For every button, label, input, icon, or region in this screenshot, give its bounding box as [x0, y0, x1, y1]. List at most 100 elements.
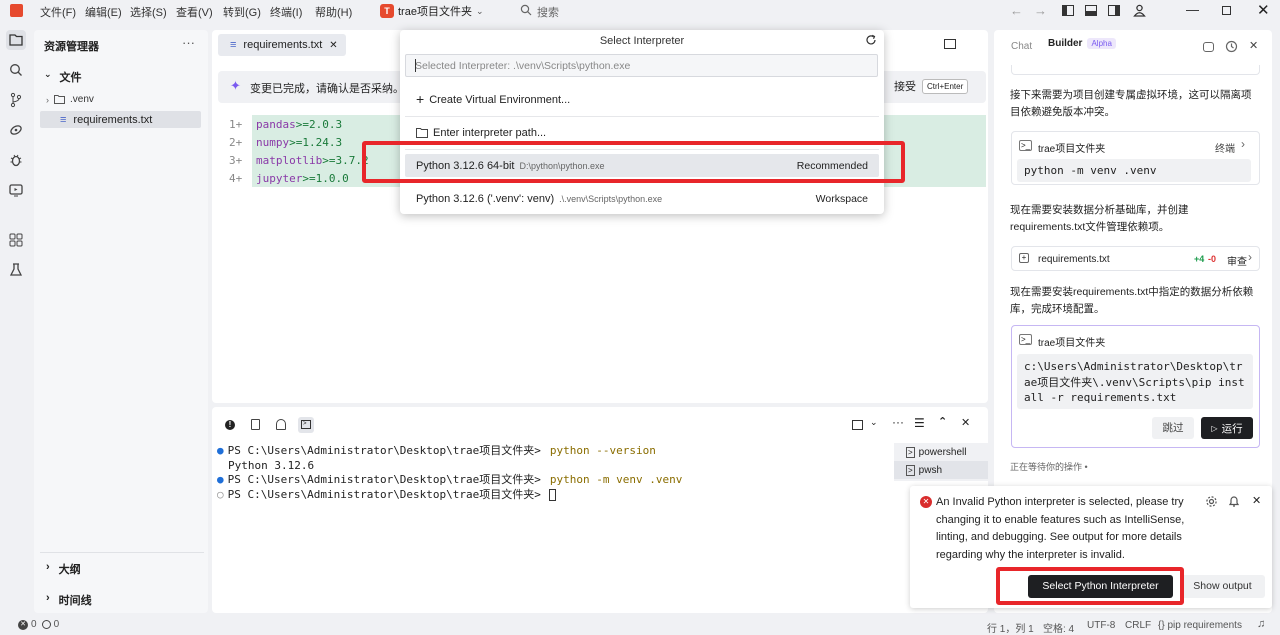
output-icon[interactable]: [251, 419, 260, 430]
terminal-line: ○ PS C:\Users\Administrator\Desktop\trae项…: [217, 488, 682, 503]
preview-icon[interactable]: [6, 180, 26, 200]
search-box[interactable]: 搜索: [520, 4, 559, 20]
close-window-icon[interactable]: ✕: [1257, 1, 1270, 19]
create-venv-option[interactable]: + Create Virtual Environment...: [405, 88, 879, 111]
select-interpreter-popup: Select Interpreter Selected Interpreter:…: [400, 30, 884, 214]
maximize-icon[interactable]: [1222, 6, 1231, 15]
notification-message: An Invalid Python interpreter is selecte…: [936, 496, 1185, 561]
tree-item-venv[interactable]: › .venv: [46, 94, 94, 105]
split-terminal-icon[interactable]: [852, 420, 863, 430]
testing-icon[interactable]: [6, 260, 26, 280]
terminal-output[interactable]: ● PS C:\Users\Administrator\Desktop\trae项…: [217, 444, 682, 502]
interpreter-option-workspace[interactable]: Python 3.12.6 ('.venv': venv) .\.venv\Sc…: [405, 187, 879, 210]
notifications-bell-icon[interactable]: ♫: [1257, 618, 1265, 630]
outline-section[interactable]: › 大纲: [46, 561, 81, 577]
menu-terminal[interactable]: 终端(I): [270, 4, 302, 20]
bell-icon[interactable]: [1228, 495, 1240, 508]
highlight-box: [996, 567, 1184, 605]
terminal-line: ● PS C:\Users\Administrator\Desktop\trae项…: [217, 444, 656, 457]
back-arrow-icon[interactable]: ←: [1010, 3, 1023, 18]
problems-status[interactable]: ✕ 0 0: [18, 619, 59, 630]
split-editor-icon[interactable]: [944, 39, 956, 49]
file-change-card[interactable]: + requirements.txt +4 -0 审查 ›: [1011, 246, 1260, 271]
prompt-empty-dot-icon: ○: [217, 487, 224, 501]
language-mode[interactable]: {} pip requirements: [1158, 620, 1242, 631]
explorer-icon[interactable]: [6, 30, 26, 50]
close-panel-icon[interactable]: ✕: [1249, 39, 1258, 52]
minimize-icon[interactable]: —: [1186, 2, 1199, 17]
project-switcher[interactable]: T trae项目文件夹 ⌄: [380, 1, 495, 21]
shell-item-pwsh[interactable]: > pwsh: [894, 461, 988, 479]
account-icon[interactable]: [1133, 4, 1146, 17]
close-panel-icon[interactable]: ✕: [961, 416, 970, 429]
history-icon[interactable]: [1225, 40, 1238, 53]
file-add-icon: +: [1019, 253, 1029, 263]
remote-icon[interactable]: [6, 120, 26, 140]
error-icon: ✕: [18, 619, 28, 630]
menu-selection[interactable]: 选择(S): [130, 4, 167, 20]
terminal-line: ● PS C:\Users\Administrator\Desktop\trae项…: [217, 473, 683, 486]
assistant-message-2: 现在需要安装数据分析基础库，并创建requirements.txt文件管理依赖项…: [1010, 204, 1189, 233]
lines-removed: -0: [1208, 254, 1217, 264]
problems-icon[interactable]: !: [225, 420, 235, 430]
show-output-button[interactable]: Show output: [1180, 575, 1265, 598]
tab-builder[interactable]: Builder Alpha: [1048, 38, 1116, 49]
terminal-settings-icon[interactable]: ☰: [914, 416, 925, 430]
menu-go[interactable]: 转到(G): [223, 4, 261, 20]
maximize-panel-icon[interactable]: ⌃: [938, 415, 947, 428]
toggle-secondary-sidebar-icon[interactable]: [1108, 5, 1120, 16]
close-tab-icon[interactable]: ✕: [329, 40, 337, 51]
source-control-icon[interactable]: [6, 90, 26, 110]
refresh-icon[interactable]: [865, 34, 877, 46]
text-cursor: [415, 59, 416, 72]
menu-file[interactable]: 文件(F): [40, 4, 76, 20]
explorer-title: 资源管理器: [44, 41, 99, 53]
tree-item-requirements[interactable]: ≡ requirements.txt: [40, 111, 201, 128]
warning-icon: [41, 620, 51, 629]
debug-console-icon[interactable]: [276, 419, 286, 430]
interpreter-path: .\.venv\Scripts\python.exe: [559, 193, 663, 204]
indent-setting[interactable]: 空格: 4: [1043, 620, 1074, 635]
tab-chat[interactable]: Chat: [1011, 41, 1032, 52]
line-endings[interactable]: CRLF: [1125, 620, 1151, 631]
new-chat-icon[interactable]: [1203, 42, 1214, 52]
folder-section-header[interactable]: ⌄ 文件: [44, 69, 82, 85]
forward-arrow-icon[interactable]: →: [1034, 3, 1047, 18]
toggle-panel-icon[interactable]: [1085, 5, 1097, 16]
close-notification-icon[interactable]: ✕: [1252, 494, 1261, 507]
tab-requirements[interactable]: ≡ requirements.txt ✕: [218, 34, 346, 56]
alpha-badge: Alpha: [1087, 38, 1116, 49]
run-button[interactable]: ▷ 运行: [1201, 417, 1253, 439]
project-name: trae项目文件夹: [398, 6, 472, 18]
menu-edit[interactable]: 编辑(E): [85, 4, 122, 20]
chevron-down-icon[interactable]: ⌄: [870, 417, 878, 428]
search-view-icon[interactable]: [6, 60, 26, 80]
shell-item-powershell[interactable]: > powershell: [894, 443, 988, 461]
open-terminal-link[interactable]: 终端: [1215, 140, 1235, 155]
title-bar: 文件(F) 编辑(E) 选择(S) 查看(V) 转到(G) 终端(I) 帮助(H…: [0, 0, 1280, 22]
chevron-right-icon: ›: [46, 592, 50, 604]
folder-icon: [416, 127, 428, 138]
accept-shortcut: Ctrl+Enter: [922, 78, 969, 94]
menu-help[interactable]: 帮助(H): [315, 4, 352, 20]
menu-view[interactable]: 查看(V): [176, 4, 213, 20]
encoding[interactable]: UTF-8: [1087, 620, 1115, 631]
terminal-panel: ! > ⌄ ··· ☰ ⌃ ✕ ● PS C:\Users\Administrat…: [212, 407, 988, 613]
highlight-box: [362, 141, 905, 183]
gear-icon[interactable]: [1205, 495, 1218, 508]
terminal-icon: >: [906, 446, 915, 458]
toggle-sidebar-icon[interactable]: [1062, 5, 1074, 16]
terminal-tab[interactable]: >: [298, 417, 314, 433]
search-icon: [520, 4, 532, 16]
skip-button[interactable]: 跳过: [1152, 417, 1194, 439]
more-icon[interactable]: ···: [892, 415, 904, 429]
timeline-section[interactable]: › 时间线: [46, 592, 92, 608]
interpreter-search-input[interactable]: Selected Interpreter: .\venv\Scripts\pyt…: [405, 54, 878, 77]
more-actions-icon[interactable]: ···: [182, 35, 195, 50]
code-line: 4+ jupyter >=1.0.0: [229, 172, 349, 185]
accept-button[interactable]: 接受 Ctrl+Enter: [894, 78, 969, 94]
cursor-position[interactable]: 行 1，列 1: [987, 620, 1034, 635]
debug-icon[interactable]: [6, 150, 26, 170]
review-link[interactable]: 审查: [1227, 253, 1247, 268]
extensions-icon[interactable]: [6, 230, 26, 250]
